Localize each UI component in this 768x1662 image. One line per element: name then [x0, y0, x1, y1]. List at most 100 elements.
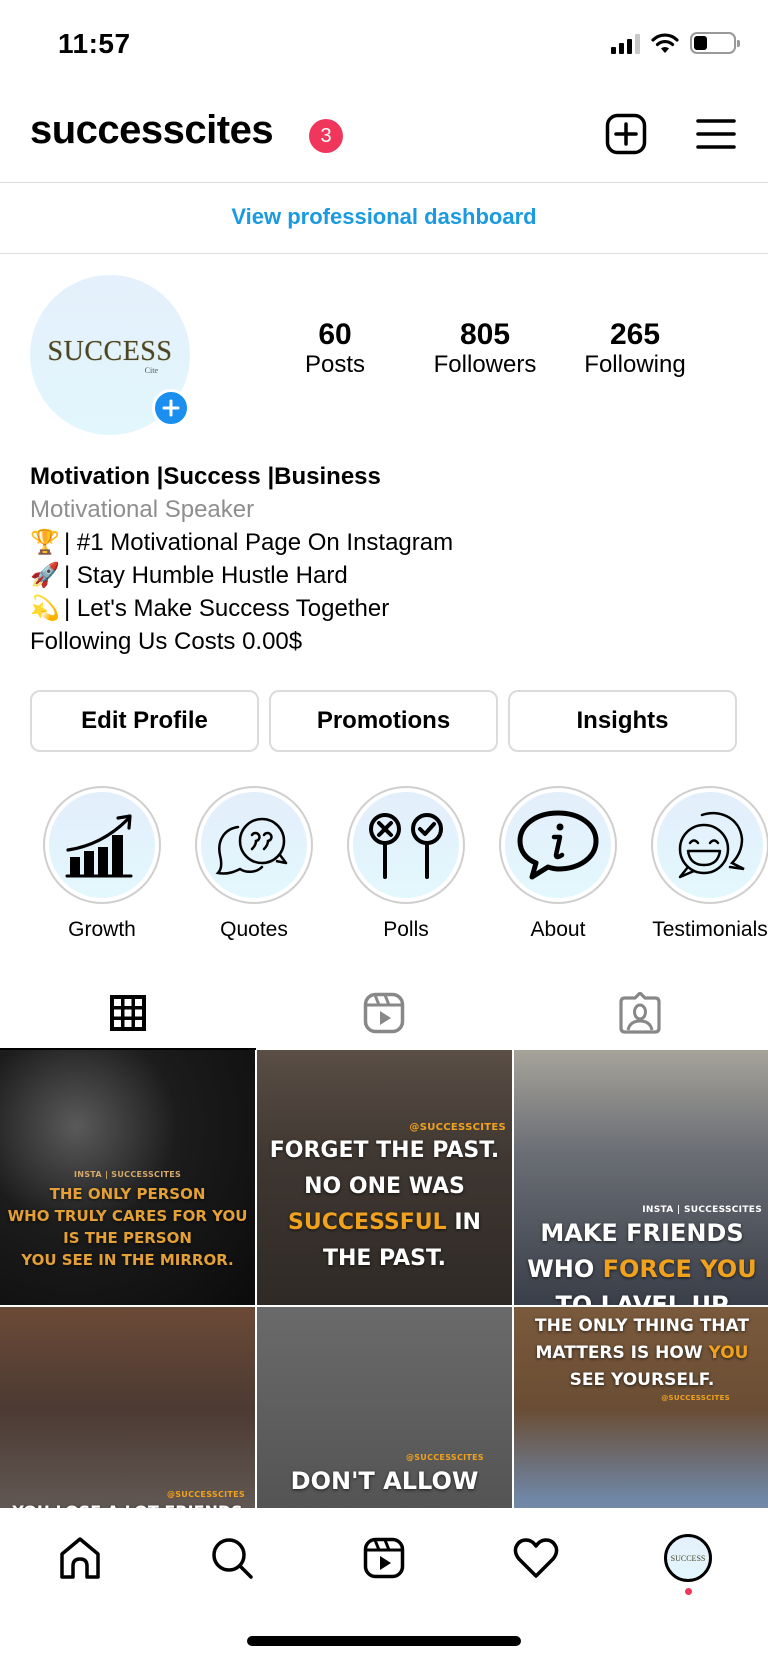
followers-count: 805: [459, 318, 511, 351]
status-icons: [611, 32, 740, 54]
post-caption-line: WHO force you: [527, 1255, 757, 1283]
bio-line: 🏆 | #1 Motivational Page On Instagram: [30, 526, 453, 559]
hamburger-menu-icon: [696, 119, 736, 149]
highlight-label: Quotes: [220, 918, 288, 941]
plus-square-icon: [605, 113, 647, 155]
avatar-logo-text: SUCCESS: [47, 335, 173, 367]
nav-search[interactable]: [202, 1528, 262, 1588]
bio-line-text: | Let's Make Success Together: [64, 595, 390, 622]
content-tabs: [0, 975, 768, 1050]
info-bubble-icon: [517, 810, 599, 880]
dizzy-star-icon: 💫: [30, 595, 60, 622]
promotions-button[interactable]: Promotions: [269, 690, 498, 752]
post-caption-highlight: force you: [602, 1255, 757, 1283]
cellular-signal-icon: [611, 32, 640, 54]
edit-profile-button[interactable]: Edit Profile: [30, 690, 259, 752]
professional-dashboard-link[interactable]: View professional dashboard: [0, 182, 768, 252]
highlight-growth[interactable]: Growth: [26, 786, 178, 942]
highlight-ring: [195, 786, 313, 904]
tagged-person-icon: [619, 991, 661, 1034]
insights-button[interactable]: Insights: [508, 690, 737, 752]
stat-posts[interactable]: 60 Posts: [280, 318, 390, 380]
profile-avatar-icon: SUCCESS: [664, 1534, 712, 1582]
highlight-testimonials[interactable]: Testimonials: [634, 786, 768, 942]
posts-label: Posts: [304, 351, 366, 378]
status-time: 11:57: [58, 28, 131, 59]
post-caption-line: who truly cares for you: [7, 1207, 248, 1225]
plus-icon: [162, 399, 180, 417]
followers-label: Followers: [433, 351, 537, 378]
add-story-button[interactable]: [152, 389, 190, 427]
stat-followers[interactable]: 805 Followers: [420, 318, 550, 380]
nav-activity[interactable]: [506, 1528, 566, 1588]
post-watermark: @SUCCESSCITES: [661, 1394, 730, 1402]
tab-tagged[interactable]: [512, 975, 768, 1050]
bio-line-text: | #1 Motivational Page On Instagram: [64, 529, 454, 556]
bio-line: 💫 | Let's Make Success Together: [30, 592, 453, 625]
post-watermark: @SUCCESSCITES: [166, 1490, 245, 1499]
menu-button[interactable]: [694, 112, 738, 156]
profile-bio: Motivation |Success |Business Motivation…: [30, 460, 453, 658]
nav-home[interactable]: [50, 1528, 110, 1588]
quote-bubbles-icon: [215, 817, 288, 875]
divider: [0, 253, 768, 254]
grid-icon: [110, 994, 146, 1031]
nav-profile[interactable]: SUCCESS: [658, 1528, 718, 1588]
wifi-icon: [651, 33, 679, 53]
highlight-label: Growth: [68, 918, 136, 941]
following-count: 265: [609, 318, 661, 351]
posts-grid: INSTA | SUCCESSCITES The only person who…: [0, 1050, 768, 1562]
following-label: Following: [584, 351, 686, 378]
post-watermark: INSTA | SUCCESSCITES: [642, 1205, 762, 1215]
post-caption-line: the past.: [322, 1246, 447, 1271]
tab-reels[interactable]: [256, 975, 512, 1050]
stat-following[interactable]: 265 Following: [570, 318, 700, 380]
post-caption-highlight: Successful: [288, 1210, 447, 1235]
reels-icon: [363, 1537, 405, 1579]
post-caption-line: Don't allow: [290, 1467, 479, 1495]
post-thumbnail[interactable]: INSTA | SUCCESSCITES Make friends WHO fo…: [514, 1050, 768, 1305]
bio-name: Motivation |Success |Business: [30, 463, 381, 490]
profile-actions: Edit Profile Promotions Insights: [30, 690, 737, 752]
post-caption-line: you see in the mirror.: [21, 1251, 234, 1269]
highlight-polls[interactable]: Polls: [330, 786, 482, 942]
post-thumbnail[interactable]: @SUCCESSCITES Forget the past. No one wa…: [257, 1050, 512, 1305]
highlight-label: Polls: [383, 918, 429, 941]
battery-level: [694, 36, 708, 50]
post-caption-highlight: you: [708, 1343, 749, 1363]
story-highlights: Growth Quotes Polls About Testimonials: [26, 786, 768, 942]
notification-badge[interactable]: 3: [309, 119, 343, 153]
home-indicator[interactable]: [247, 1636, 521, 1646]
search-icon: [212, 1538, 253, 1579]
highlight-ring: [499, 786, 617, 904]
battery-icon: [690, 32, 740, 54]
highlight-ring: [43, 786, 161, 904]
username[interactable]: successcites: [30, 108, 274, 153]
reels-icon: [363, 992, 405, 1033]
growth-chart-icon: [65, 814, 133, 878]
bottom-navigation: SUCCESS: [0, 1508, 768, 1662]
post-caption-line: MATTERS IS HOW you: [535, 1343, 749, 1363]
highlight-label: About: [530, 918, 586, 941]
tab-posts-grid[interactable]: [0, 975, 256, 1050]
post-caption-line: No one was: [304, 1174, 465, 1199]
post-watermark: INSTA | SUCCESSCITES: [73, 1170, 182, 1179]
highlight-ring: [651, 786, 768, 904]
new-post-button[interactable]: [604, 112, 648, 156]
highlight-about[interactable]: About: [482, 786, 634, 942]
nav-reels[interactable]: [354, 1528, 414, 1588]
profile-notification-dot: [685, 1588, 692, 1595]
profile-avatar-container: SUCCESS Cite: [30, 275, 190, 435]
highlight-quotes[interactable]: Quotes: [178, 786, 330, 942]
posts-count: 60: [318, 318, 352, 351]
bio-line-text: | Stay Humble Hustle Hard: [64, 562, 348, 589]
post-thumbnail[interactable]: INSTA | SUCCESSCITES The only person who…: [0, 1050, 255, 1305]
bio-footer: Following Us Costs 0.00$: [30, 628, 303, 655]
highlight-label: Testimonials: [652, 918, 768, 941]
post-caption-line: is the person: [63, 1229, 192, 1247]
post-watermark: @SUCCESSCITES: [409, 1122, 506, 1133]
post-caption-line: The only person: [49, 1185, 206, 1203]
bio-category: Motivational Speaker: [30, 496, 255, 523]
highlight-ring: [347, 786, 465, 904]
bio-line: 🚀 | Stay Humble Hustle Hard: [30, 559, 453, 592]
